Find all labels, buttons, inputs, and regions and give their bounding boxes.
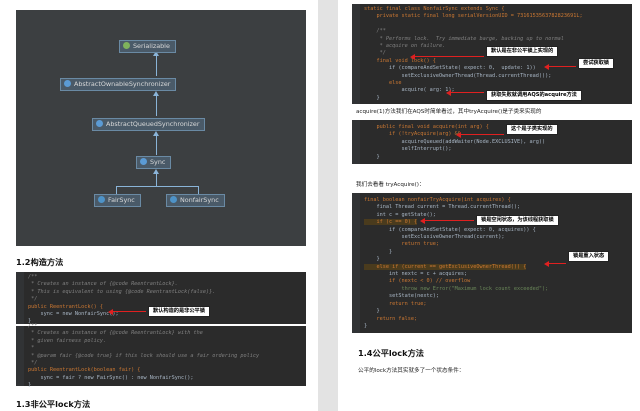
uml-node-nonfair-sync: NonfairSync [166,194,225,207]
callout-lock-free: 锁是空闲状态，为该线程获取锁 [476,215,559,226]
connector-line [156,172,157,186]
class-icon [98,196,105,203]
node-label: AbstractQueuedSynchronizer [106,120,200,128]
code-text: /** * Creates an instance of {@code Reen… [28,323,260,389]
callout-acquire-fail: 获取失败就调用AQS的acquire方法 [486,90,582,101]
code-block-acquire: public final void acquire(int arg) { if … [352,120,632,164]
connector-line [116,186,198,187]
abstract-class-icon [64,80,71,87]
connector-line [156,94,157,116]
code-block-nonfair-try-acquire: final boolean nonfairTryAcquire(int acqu… [352,193,632,333]
paragraph-acquire: acquire(1)方法我们在AQS时简单看过，其中tryAcquire()是子… [356,109,542,115]
node-label: Serializable [133,42,170,50]
callout-arrow [446,88,484,97]
uml-node-abstract-ownable-synchronizer: AbstractOwnableSynchronizer [60,78,177,91]
code-block-fair-constructor: /** * Creates an instance of {@code Reen… [16,323,306,388]
callout-arrow [410,52,484,61]
inherit-arrow [153,131,159,136]
node-label: FairSync [108,196,135,204]
callout-reentrant: 锁是重入状态 [568,251,610,262]
code-text: /** * Creates an instance of {@code Reen… [28,274,216,325]
callout-nonfair-impl: 默认是在非公平锁上实现的 [486,46,559,57]
callout-subclass: 这个是子类实现的 [506,124,558,135]
code-gutter [16,272,24,324]
connector-line [116,186,117,194]
code-block-nonfair-sync: static final class NonfairSync extends S… [352,4,632,104]
class-hierarchy-diagram: Serializable AbstractOwnableSynchronizer… [16,10,306,246]
callout-arrow [108,307,146,316]
callout-arrow [544,259,566,268]
left-page: Serializable AbstractOwnableSynchronizer… [0,0,318,411]
connector-line [156,134,157,155]
node-label: AbstractOwnableSynchronizer [74,80,171,88]
code-block-default-constructor: /** * Creates an instance of {@code Reen… [16,272,306,324]
callout-arrow [544,62,576,71]
uml-node-serializable: Serializable [119,40,176,53]
section-heading-fair-lock: 1.4公平lock方法 [358,348,424,358]
right-page: static final class NonfairSync extends S… [338,0,640,411]
connector-line [156,54,157,76]
abstract-class-icon [96,120,103,127]
connector-line [198,186,199,194]
node-label: Sync [150,158,166,166]
interface-icon [123,42,130,49]
inherit-arrow [153,91,159,96]
paragraph-look: 我们去看看 tryAcquire()： [356,182,425,188]
callout-arrow [420,216,474,225]
uml-node-fair-sync: FairSync [94,194,141,207]
class-icon [170,196,177,203]
code-gutter [352,193,360,333]
callout-arrow [456,130,504,139]
abstract-class-icon [140,158,147,165]
paragraph-fair: 公平的lock方法其实就多了一个状态条件： [358,368,465,374]
callout-default-nonfair: 默认构造的是非公平锁 [148,306,210,317]
callout-try-lock: 尝试获取锁 [578,58,614,69]
code-gutter [16,326,24,386]
inherit-arrow [153,169,159,174]
section-heading-nonfair-lock: 1.3非公平lock方法 [16,399,91,409]
node-label: NonfairSync [180,196,219,204]
code-gutter [352,120,360,164]
uml-node-sync: Sync [136,156,172,169]
section-heading-constructor: 1.2构造方法 [16,257,64,267]
code-gutter [352,4,360,104]
uml-node-abstract-queued-synchronizer: AbstractQueuedSynchronizer [92,118,206,131]
